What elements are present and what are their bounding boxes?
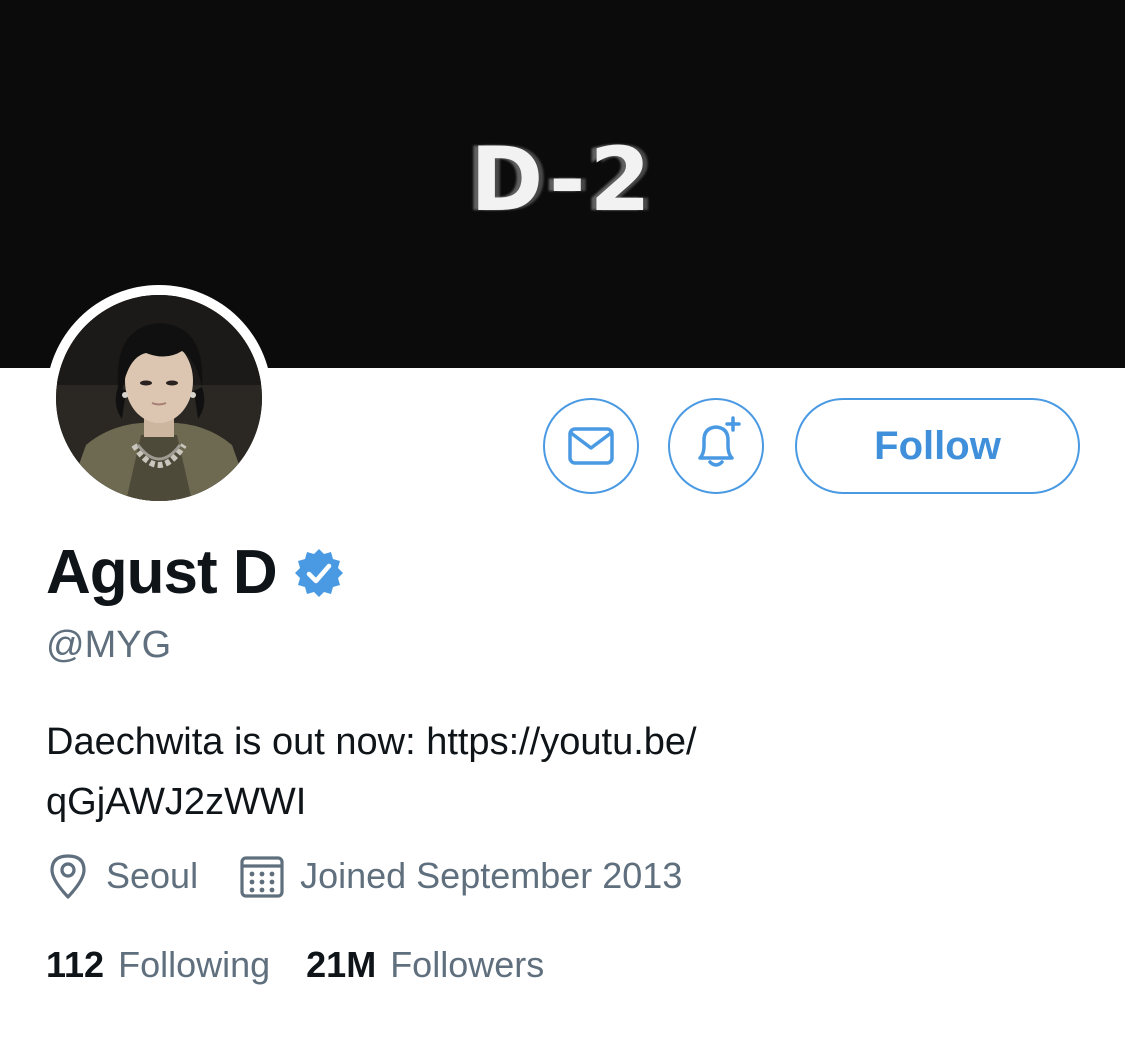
bell-plus-icon [698, 416, 741, 467]
followers-count: 21M [306, 944, 377, 985]
name-row: Agust D [46, 537, 345, 608]
following-count: 112 [46, 944, 105, 985]
bio-link-part2: qGjAWJ2zWWI [46, 781, 307, 823]
joined-item: Joined September 2013 [238, 852, 682, 900]
bio-text: Daechwita is out now: [46, 721, 427, 763]
followers-stat[interactable]: 21M Followers [306, 944, 544, 986]
following-label: Following [118, 944, 271, 985]
follow-button[interactable]: Follow [795, 398, 1080, 494]
verified-badge-icon [294, 548, 343, 597]
profile-stats: 112 Following 21M Followers [46, 944, 544, 986]
followers-label: Followers [390, 944, 545, 985]
calendar-icon [240, 856, 284, 898]
profile-meta: Seoul Joined September 2013 [46, 852, 682, 900]
notifications-button[interactable] [668, 398, 764, 494]
profile-bio: Daechwita is out now: https://youtu.be/q… [46, 712, 1046, 832]
envelope-icon [568, 427, 614, 465]
banner-text: D-2 [470, 128, 655, 231]
profile-page: D-2 Follow Agust D @MYG Daechwita is out… [0, 0, 1125, 1038]
location-item: Seoul [46, 852, 198, 900]
avatar-ring [46, 285, 272, 511]
profile-handle: @MYG [46, 624, 172, 666]
display-name: Agust D [46, 538, 278, 607]
following-stat[interactable]: 112 Following [46, 944, 270, 986]
message-button[interactable] [543, 398, 639, 494]
avatar-image [56, 295, 262, 501]
location-text: Seoul [106, 855, 199, 896]
bio-link-part1: https://youtu.be/ [426, 721, 697, 763]
avatar[interactable] [56, 295, 262, 501]
location-pin-icon [50, 854, 86, 899]
joined-text: Joined September 2013 [300, 855, 683, 896]
